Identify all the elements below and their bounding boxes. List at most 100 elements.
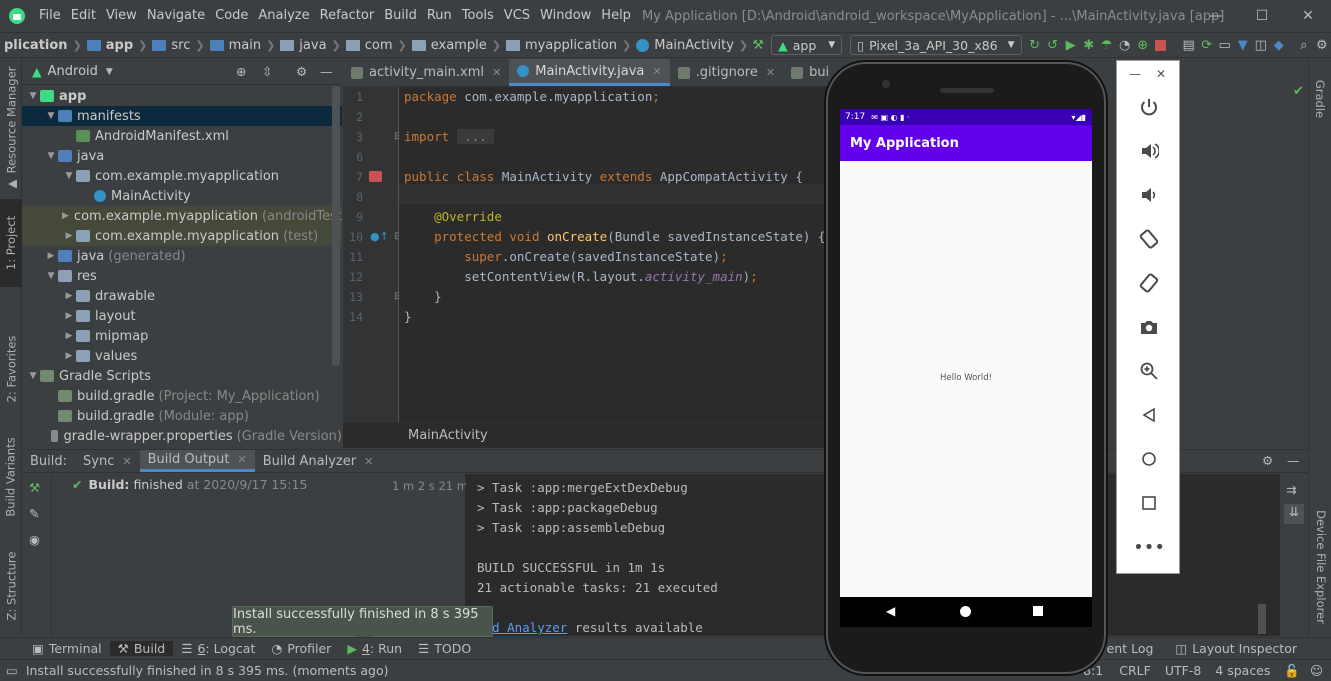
tree-item[interactable]: ▶ com.example.myapplication (androidTest)	[22, 206, 347, 226]
minimize-icon[interactable]: —	[1129, 67, 1141, 81]
tree-item[interactable]: ▼ Gradle Scripts	[22, 366, 342, 386]
tree-item[interactable]: ▼ manifests	[22, 106, 342, 126]
tree-scrollbar[interactable]	[332, 86, 340, 366]
recents-nav-icon[interactable]	[1033, 606, 1043, 616]
tool-logcat[interactable]: ☰ 6: Logcat	[173, 641, 263, 656]
tree-item[interactable]: ▼ app	[22, 86, 342, 106]
layout-inspector-button[interactable]: ◫ Layout Inspector	[1167, 641, 1331, 656]
menu-view[interactable]: View	[101, 0, 142, 32]
avd-manager-icon[interactable]: ▭	[1218, 35, 1232, 55]
tab-build-variants[interactable]: Build Variants	[0, 431, 22, 523]
run-gutter-icon[interactable]	[369, 171, 382, 182]
override-gutter-icon[interactable]: ●↑	[370, 230, 389, 243]
more-icon[interactable]: •••	[1133, 532, 1165, 562]
close-icon[interactable]: ✕	[1156, 67, 1166, 81]
pin-icon[interactable]: ✎	[29, 506, 39, 521]
breadcrumb-item[interactable]: MainActivity	[632, 38, 738, 53]
scroll-to-end-icon[interactable]: ⇊	[1284, 504, 1304, 524]
zoom-icon[interactable]	[1134, 356, 1164, 386]
tab-build-analyzer[interactable]: Build Analyzer ✕	[255, 450, 382, 472]
tree-item[interactable]: ▶ java (generated)	[22, 246, 342, 266]
editor-tab[interactable]: .gitignore ✕	[670, 59, 783, 86]
hammer-icon[interactable]: ⚒	[751, 35, 765, 55]
maximize-button[interactable]: ☐	[1239, 0, 1285, 32]
menu-vcs[interactable]: VCS	[499, 0, 535, 32]
chevron-right-icon[interactable]: ▶	[44, 251, 58, 261]
project-structure-icon[interactable]: ▤	[1182, 35, 1196, 55]
breadcrumb-item[interactable]: plication	[0, 38, 72, 53]
locate-icon[interactable]: ⊕	[236, 64, 246, 79]
chevron-right-icon[interactable]: ▶	[62, 211, 69, 221]
tab-resource-manager[interactable]: Resource Manager	[0, 65, 22, 175]
tree-item[interactable]: ▶ mipmap	[22, 326, 342, 346]
close-window-button[interactable]: ✕	[1285, 0, 1331, 32]
profile-icon[interactable]: ◔	[1118, 35, 1132, 55]
breadcrumb-item[interactable]: com	[342, 38, 397, 53]
close-icon[interactable]: ✕	[238, 453, 247, 466]
apply-code-changes-icon[interactable]: ↺	[1046, 35, 1060, 55]
tree-item[interactable]: ▶ values	[22, 346, 342, 366]
breadcrumb-item[interactable]: example	[408, 38, 491, 53]
eye-icon[interactable]: ◉	[29, 532, 40, 547]
menu-edit[interactable]: Edit	[66, 0, 101, 32]
tab-structure[interactable]: Z: Structure	[0, 543, 22, 629]
tree-item[interactable]: ▶ com.example.myapplication (test)	[22, 226, 342, 246]
sync-icon[interactable]: ⟳	[1200, 35, 1214, 55]
editor-tab[interactable]: MainActivity.java ✕	[509, 59, 670, 86]
menu-tools[interactable]: Tools	[457, 0, 499, 32]
screenshot-icon[interactable]	[1134, 312, 1164, 342]
emulator-screen[interactable]: 7:17 ✉ ▣ ◐ ▮ · ▾◢▮ My Application Hello …	[840, 109, 1092, 597]
indent-setting[interactable]: 4 spaces	[1215, 663, 1270, 678]
build-result-row[interactable]: ✔ Build: finished at 2020/9/17 15:15	[72, 477, 307, 492]
home-icon[interactable]	[1134, 444, 1164, 474]
editor-tab[interactable]: build.gradle	[783, 59, 828, 86]
close-icon[interactable]: ✕	[122, 455, 131, 468]
breadcrumb-item[interactable]: app	[83, 38, 137, 53]
tool-todo[interactable]: ☰ TODO	[410, 641, 479, 656]
menu-analyze[interactable]: Analyze	[253, 0, 314, 32]
gear-icon[interactable]: ⚙	[1262, 453, 1273, 468]
gear-icon[interactable]: ⚙	[296, 64, 307, 79]
chevron-right-icon[interactable]: ▶	[62, 331, 76, 341]
status-message[interactable]: Install successfully finished in 8 s 395…	[26, 663, 389, 678]
device-select[interactable]: ▯ Pixel_3a_API_30_x86 ▼	[850, 35, 1022, 55]
tree-item[interactable]: ▼ java	[22, 146, 342, 166]
tool-run[interactable]: ▶ 4: Run	[339, 641, 410, 656]
file-encoding[interactable]: UTF-8	[1165, 663, 1201, 678]
tab-sync[interactable]: Sync ✕	[75, 450, 140, 472]
tool-build[interactable]: ⚒ Build	[109, 641, 174, 656]
minimize-button[interactable]: —	[1193, 0, 1239, 32]
tree-item[interactable]: gradle-wrapper.properties (Gradle Version…	[22, 426, 342, 446]
run-config-select[interactable]: ▲ app ▼	[771, 35, 843, 55]
tree-item[interactable]: ▼ res	[22, 266, 342, 286]
chevron-down-icon[interactable]: ▼	[44, 271, 58, 281]
hide-panel-icon[interactable]: —	[320, 64, 333, 79]
sdk-manager-icon[interactable]: ▼	[1236, 35, 1250, 55]
line-separator[interactable]: CRLF	[1119, 663, 1151, 678]
run-icon[interactable]: ▶	[1064, 35, 1078, 55]
apply-changes-icon[interactable]: ↻	[1028, 35, 1042, 55]
tree-item[interactable]: build.gradle (Project: My_Application)	[22, 386, 342, 406]
close-icon[interactable]: ✕	[766, 66, 775, 79]
chevron-right-icon[interactable]: ▶	[62, 311, 76, 321]
tree-item[interactable]: ▼ com.example.myapplication	[22, 166, 342, 186]
attach-debugger-icon[interactable]: ⊕	[1136, 35, 1150, 55]
stop-icon[interactable]	[1154, 35, 1168, 55]
chevron-down-icon[interactable]: ▼	[44, 151, 58, 161]
menu-run[interactable]: Run	[422, 0, 457, 32]
project-view-select[interactable]: Android	[48, 64, 98, 79]
chevron-down-icon[interactable]: ▼	[44, 111, 58, 121]
tab-project[interactable]: 1: Project	[0, 199, 22, 287]
lock-icon[interactable]: 🔓	[1284, 663, 1300, 679]
menu-navigate[interactable]: Navigate	[142, 0, 210, 32]
tab-device-file-explorer[interactable]: Device File Explorer	[1309, 507, 1331, 627]
menu-refactor[interactable]: Refactor	[315, 0, 380, 32]
chevron-down-icon[interactable]: ▼	[26, 371, 40, 381]
menu-window[interactable]: Window	[535, 0, 596, 32]
menu-build[interactable]: Build	[379, 0, 422, 32]
tree-item[interactable]: ▶ layout	[22, 306, 342, 326]
chevron-right-icon[interactable]: ▶	[62, 351, 76, 361]
overview-icon[interactable]	[1134, 488, 1164, 518]
close-icon[interactable]: ✕	[364, 455, 373, 468]
code-editor[interactable]: package com.example.myapplication; impor…	[399, 87, 829, 422]
